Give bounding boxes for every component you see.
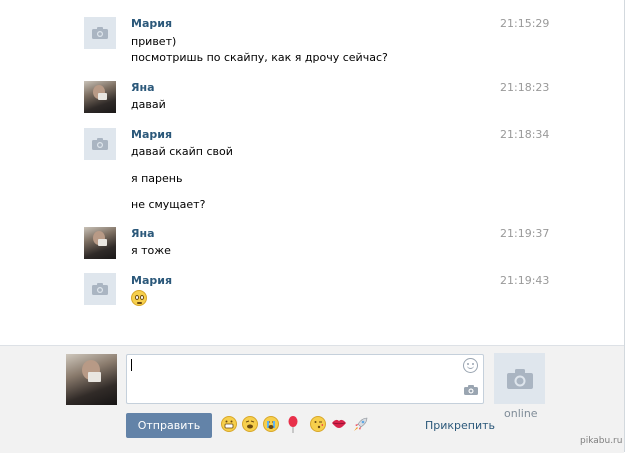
message-author[interactable]: Мария — [131, 274, 172, 287]
avatar-phone — [88, 372, 101, 382]
avatar-maria[interactable] — [84, 17, 116, 49]
avatar-phone — [98, 239, 107, 246]
balloon-emoji[interactable] — [287, 416, 303, 433]
message-timestamp[interactable]: 21:15:29 — [500, 17, 549, 30]
message-author[interactable]: Мария — [131, 17, 172, 30]
emoji-eye — [140, 295, 144, 300]
message-text: давай скайп свой — [131, 145, 233, 158]
emoji-mouth — [137, 302, 142, 304]
emoji-eye — [135, 295, 139, 300]
avatar-phone — [98, 93, 107, 100]
lips-emoji[interactable] — [331, 416, 347, 432]
message-text: не смущает? — [131, 198, 206, 211]
grin-emoji-face — [224, 420, 234, 429]
tired-emoji[interactable] — [242, 416, 258, 432]
avatar-maria[interactable] — [84, 128, 116, 160]
message-input[interactable] — [126, 354, 484, 404]
rocket-emoji-shape — [354, 417, 368, 431]
send-button[interactable]: Отправить — [126, 413, 212, 438]
lips-emoji-shape — [332, 419, 346, 428]
wink-kiss-emoji-face — [314, 421, 323, 429]
attach-link[interactable]: Прикрепить — [425, 419, 495, 432]
page-right-border — [624, 0, 625, 452]
watermark: pikabu.ru — [580, 436, 623, 446]
crying-emoji-face — [267, 421, 275, 429]
message-timestamp[interactable]: 21:19:37 — [500, 227, 549, 240]
text-caret — [131, 359, 132, 371]
camera-icon — [92, 138, 108, 150]
partner-online-status: online — [504, 407, 538, 420]
message-text: я тоже — [131, 244, 171, 257]
crying-emoji[interactable] — [263, 416, 279, 432]
message-timestamp[interactable]: 21:18:23 — [500, 81, 549, 94]
camera-icon — [92, 27, 108, 39]
grin-emoji[interactable] — [221, 416, 237, 432]
message-author[interactable]: Мария — [131, 128, 172, 141]
camera-attach-icon[interactable] — [464, 385, 478, 395]
my-avatar[interactable] — [66, 354, 117, 405]
partner-avatar[interactable] — [494, 353, 545, 404]
avatar-yana[interactable] — [84, 227, 116, 259]
message-text: посмотришь по скайпу, как я дрочу сейчас… — [131, 51, 388, 64]
message-timestamp[interactable]: 21:19:43 — [500, 274, 549, 287]
tired-emoji-face — [245, 420, 255, 429]
wink-kiss-emoji[interactable] — [310, 416, 326, 432]
avatar-maria[interactable] — [84, 273, 116, 305]
rolling-eyes-emoji — [131, 290, 147, 306]
rocket-emoji[interactable] — [353, 416, 369, 432]
message-text: привет) — [131, 35, 177, 48]
avatar-yana[interactable] — [84, 81, 116, 113]
message-text: давай — [131, 98, 166, 111]
message-author[interactable]: Яна — [131, 227, 155, 240]
camera-icon — [506, 368, 533, 389]
balloon-emoji-shape — [288, 416, 298, 433]
message-text: я парень — [131, 172, 183, 185]
message-author[interactable]: Яна — [131, 81, 155, 94]
camera-icon — [92, 283, 108, 295]
message-timestamp[interactable]: 21:18:34 — [500, 128, 549, 141]
